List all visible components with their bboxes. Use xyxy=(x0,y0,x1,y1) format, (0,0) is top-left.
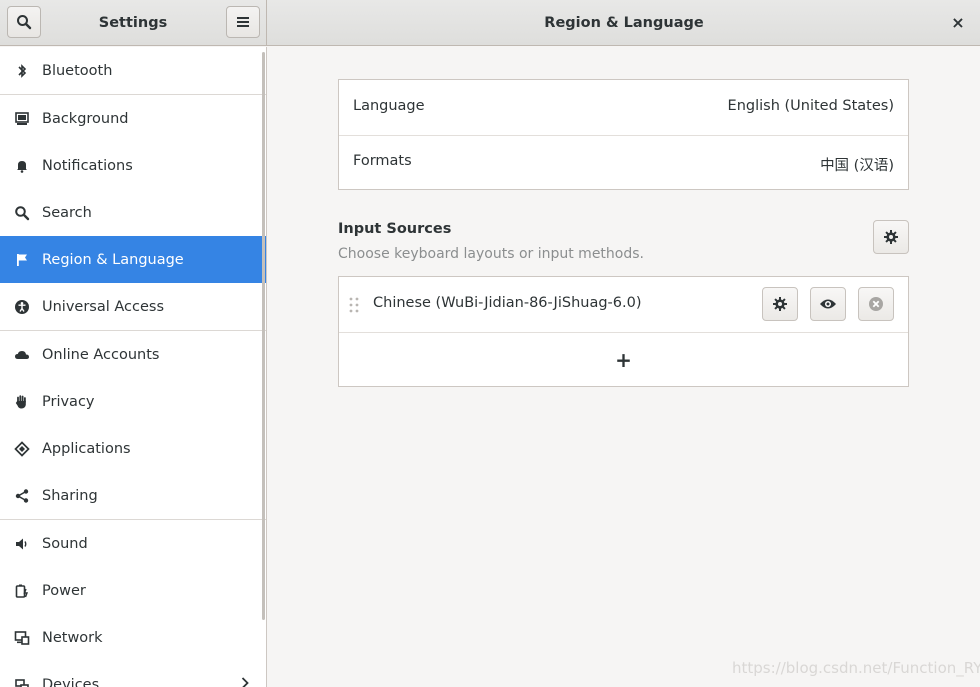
close-icon: × xyxy=(951,12,965,32)
language-label: Language xyxy=(353,98,425,114)
input-source-preview-button[interactable] xyxy=(810,287,846,321)
formats-row[interactable]: Formats 中国 (汉语) xyxy=(339,136,908,189)
flag-icon xyxy=(0,252,42,268)
cloud-icon xyxy=(0,347,42,363)
sidebar-item-network[interactable]: Network xyxy=(0,614,266,661)
sidebar-item-devices[interactable]: Devices xyxy=(0,661,266,687)
sidebar-item-universal-access[interactable]: Universal Access xyxy=(0,283,266,330)
sidebar-item-label: Bluetooth xyxy=(42,62,113,79)
sidebar-item-applications[interactable]: Applications xyxy=(0,425,266,472)
watermark: https://blog.csdn.net/Function_RY xyxy=(732,659,980,677)
formats-value: 中国 (汉语) xyxy=(820,158,894,174)
eye-icon xyxy=(820,299,836,309)
app-title: Settings xyxy=(98,15,168,31)
sidebar-item-label: Online Accounts xyxy=(42,346,160,363)
bluetooth-icon xyxy=(0,63,42,79)
sidebar-item-label: Privacy xyxy=(42,393,95,410)
gear-icon xyxy=(884,230,898,244)
add-icon: + xyxy=(615,347,632,372)
input-sources-options-button[interactable] xyxy=(873,220,909,254)
remove-icon xyxy=(869,297,883,311)
hamburger-icon xyxy=(237,17,249,27)
input-sources-list: Chinese (WuBi-Jidian-86-JiShuag-6.0) + xyxy=(338,276,909,387)
sidebar-item-label: Sharing xyxy=(42,487,98,504)
sidebar-item-label: Universal Access xyxy=(42,298,165,315)
search-icon xyxy=(0,205,42,221)
share-icon xyxy=(0,488,42,504)
sidebar-item-background[interactable]: Background xyxy=(0,95,266,142)
search-button[interactable] xyxy=(7,6,41,38)
bell-icon xyxy=(0,158,42,174)
language-row[interactable]: Language English (United States) xyxy=(339,80,908,135)
formats-label: Formats xyxy=(353,153,412,169)
sidebar-scrollbar[interactable] xyxy=(262,52,265,620)
input-source-remove-button[interactable] xyxy=(858,287,894,321)
page-title: Region & Language xyxy=(544,15,704,31)
menu-button[interactable] xyxy=(226,6,260,38)
background-icon xyxy=(0,111,42,127)
language-value: English (United States) xyxy=(727,98,894,114)
sidebar-item-region-language[interactable]: Region & Language xyxy=(0,236,266,283)
sidebar-item-label: Notifications xyxy=(42,157,133,174)
sidebar: Bluetooth Background Notifications Searc… xyxy=(0,47,267,687)
sidebar-item-search[interactable]: Search xyxy=(0,189,266,236)
region-settings-frame: Language English (United States) Formats… xyxy=(338,79,909,190)
drag-handle-icon[interactable] xyxy=(349,297,359,313)
sidebar-item-power[interactable]: Power xyxy=(0,567,266,614)
applications-icon xyxy=(0,440,42,457)
hand-icon xyxy=(0,394,42,410)
add-input-source-button[interactable]: + xyxy=(339,333,908,386)
sidebar-item-label: Background xyxy=(42,110,129,127)
gear-icon xyxy=(773,297,787,311)
sidebar-item-sharing[interactable]: Sharing xyxy=(0,472,266,519)
sidebar-item-label: Network xyxy=(42,629,103,646)
sidebar-item-bluetooth[interactable]: Bluetooth xyxy=(0,47,266,94)
sidebar-item-notifications[interactable]: Notifications xyxy=(0,142,266,189)
input-source-name: Chinese (WuBi-Jidian-86-JiShuag-6.0) xyxy=(373,295,642,311)
search-icon xyxy=(17,15,32,30)
sidebar-item-label: Sound xyxy=(42,535,88,552)
chevron-right-icon xyxy=(241,677,249,687)
accessibility-icon xyxy=(0,299,42,315)
devices-icon xyxy=(0,677,42,687)
input-sources-title: Input Sources xyxy=(338,221,452,237)
sidebar-item-label: Devices xyxy=(42,676,100,687)
list-item[interactable]: Chinese (WuBi-Jidian-86-JiShuag-6.0) xyxy=(339,277,908,332)
sidebar-item-online-accounts[interactable]: Online Accounts xyxy=(0,331,266,378)
power-icon xyxy=(0,583,42,599)
speaker-icon xyxy=(0,536,42,552)
header-bar: Settings Region & Language × xyxy=(0,0,980,46)
sidebar-item-label: Search xyxy=(42,204,92,221)
sidebar-item-label: Applications xyxy=(42,440,131,457)
sidebar-item-sound[interactable]: Sound xyxy=(0,520,266,567)
sidebar-item-label: Region & Language xyxy=(42,251,184,268)
sidebar-item-label: Power xyxy=(42,582,86,599)
network-icon xyxy=(0,630,42,646)
input-source-settings-button[interactable] xyxy=(762,287,798,321)
close-button[interactable]: × xyxy=(944,8,972,36)
sidebar-header: Settings xyxy=(0,0,267,46)
input-sources-subtitle: Choose keyboard layouts or input methods… xyxy=(338,246,644,262)
sidebar-item-privacy[interactable]: Privacy xyxy=(0,378,266,425)
